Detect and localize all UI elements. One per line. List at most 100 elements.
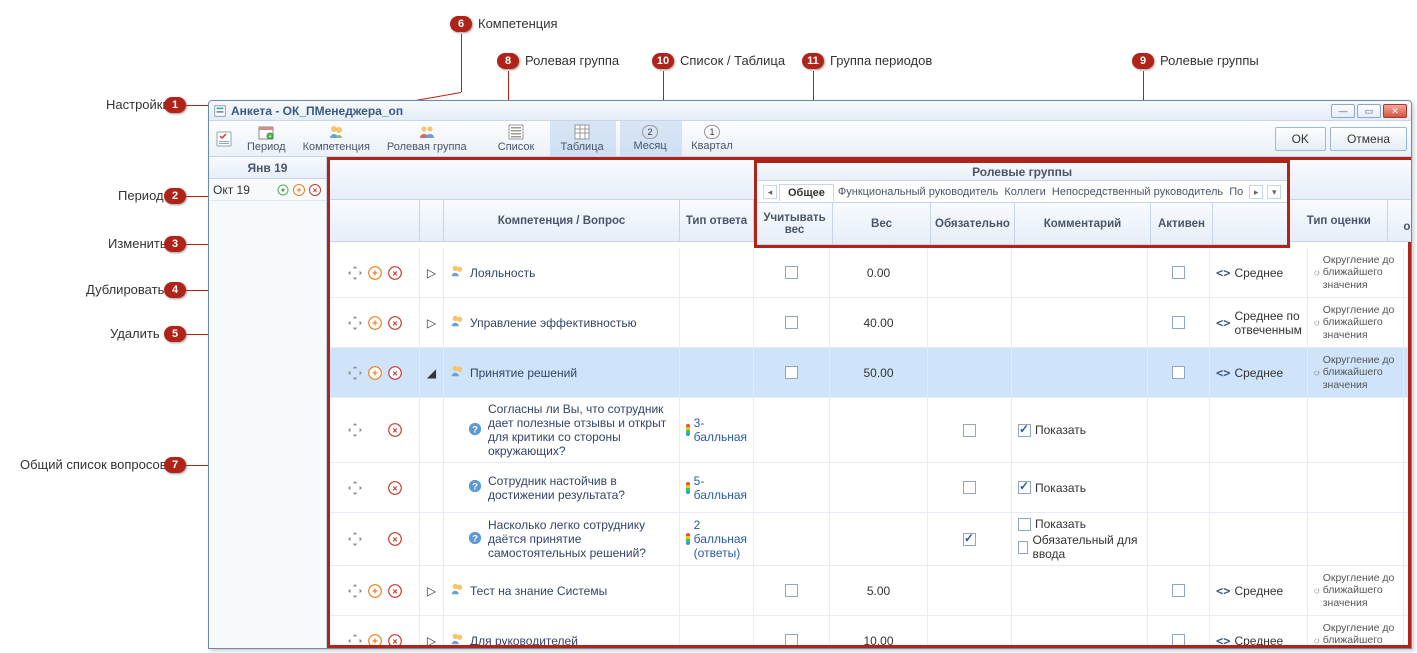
close-button[interactable]: ✕ bbox=[1383, 104, 1407, 118]
add-icon[interactable]: + bbox=[367, 265, 383, 281]
tabs-prev[interactable]: ◂ bbox=[763, 185, 777, 199]
answer-type-link[interactable]: 5-балльная bbox=[694, 474, 747, 502]
list-label: Список bbox=[498, 141, 535, 153]
required-checkbox[interactable] bbox=[963, 533, 976, 546]
edit-icon[interactable] bbox=[276, 183, 290, 197]
minimize-button[interactable]: — bbox=[1331, 104, 1355, 118]
table-row[interactable]: +×▷Тест на знание Системы5.00<>СреднееОк… bbox=[330, 566, 1408, 616]
weight-flag-checkbox[interactable] bbox=[785, 584, 798, 597]
move-icon[interactable] bbox=[347, 422, 363, 438]
active-checkbox[interactable] bbox=[1172, 316, 1185, 329]
table-row[interactable]: +×▷Управление эффективностью40.00<>Средн… bbox=[330, 298, 1408, 348]
cancel-button[interactable]: Отмена bbox=[1330, 127, 1407, 151]
competence-button[interactable]: Компетенция bbox=[295, 121, 379, 156]
callout-10-num: 10 bbox=[652, 53, 674, 69]
active-checkbox[interactable] bbox=[1172, 366, 1185, 379]
remove-icon[interactable]: × bbox=[387, 583, 403, 599]
comment-show-checkbox[interactable] bbox=[1018, 481, 1031, 494]
weight-flag-checkbox[interactable] bbox=[785, 634, 798, 645]
competence-row-icon bbox=[450, 364, 464, 381]
move-icon[interactable] bbox=[347, 633, 363, 646]
svg-text:+: + bbox=[372, 636, 378, 645]
add-icon[interactable]: + bbox=[367, 365, 383, 381]
angles-icon: <> bbox=[1216, 316, 1230, 330]
competence-row-icon bbox=[450, 314, 464, 331]
callout-10-label: Список / Таблица bbox=[680, 53, 785, 68]
remove-icon[interactable]: × bbox=[387, 480, 403, 496]
svg-text:+: + bbox=[296, 185, 301, 195]
duplicate-icon[interactable]: + bbox=[292, 183, 306, 197]
move-icon[interactable] bbox=[347, 315, 363, 331]
svg-text:×: × bbox=[313, 186, 318, 195]
tabs-dropdown[interactable]: ▾ bbox=[1267, 185, 1281, 199]
table-row[interactable]: +×▷Для руководителей10.00<>СреднееОкругл… bbox=[330, 616, 1408, 645]
role-tab-rest[interactable]: Функциональный руководитель Коллеги Непо… bbox=[834, 184, 1247, 200]
rounding-value: Округление до ближайшего значения bbox=[1323, 622, 1397, 645]
table-row[interactable]: +×?Сотрудник настойчив в достижении резу… bbox=[330, 463, 1408, 513]
expand-toggle[interactable]: ◢ bbox=[420, 348, 444, 397]
period-quarter-button[interactable]: 1 Квартал bbox=[682, 121, 744, 156]
comment-show-label: Показать bbox=[1035, 423, 1086, 437]
period-month-button[interactable]: 2 Месяц bbox=[620, 121, 682, 156]
callout-6-num: 6 bbox=[450, 16, 472, 32]
angles-icon: <> bbox=[1216, 584, 1230, 598]
remove-icon[interactable]: × bbox=[387, 422, 403, 438]
settings-button[interactable] bbox=[209, 121, 239, 156]
table-row[interactable]: +×▷Лояльность0.00<>СреднееОкругление до … bbox=[330, 248, 1408, 298]
table-row[interactable]: +×?Насколько легко сотруднику даётся при… bbox=[330, 513, 1408, 566]
weight-flag-checkbox[interactable] bbox=[785, 316, 798, 329]
active-checkbox[interactable] bbox=[1172, 634, 1185, 645]
expand-toggle[interactable]: ▷ bbox=[420, 566, 444, 615]
move-icon[interactable] bbox=[347, 583, 363, 599]
move-icon[interactable] bbox=[347, 365, 363, 381]
required-checkbox[interactable] bbox=[963, 481, 976, 494]
weight-flag-checkbox[interactable] bbox=[785, 366, 798, 379]
remove-icon[interactable]: × bbox=[387, 315, 403, 331]
weight-value: 40.00 bbox=[830, 298, 928, 347]
move-icon[interactable] bbox=[347, 480, 363, 496]
period-label: Период bbox=[247, 141, 286, 153]
add-icon[interactable]: + bbox=[367, 315, 383, 331]
move-icon[interactable] bbox=[347, 265, 363, 281]
tabs-next[interactable]: ▸ bbox=[1249, 185, 1263, 199]
callout-5-label: Удалить bbox=[110, 326, 160, 341]
scale-icon bbox=[686, 533, 690, 545]
move-icon[interactable] bbox=[347, 531, 363, 547]
comment-show-checkbox[interactable] bbox=[1018, 424, 1031, 437]
delete-icon[interactable]: × bbox=[308, 183, 322, 197]
period-header: Янв 19 bbox=[209, 157, 326, 179]
comment-show-checkbox[interactable] bbox=[1018, 518, 1031, 531]
remove-icon[interactable]: × bbox=[387, 531, 403, 547]
answer-type-link[interactable]: 3-балльная bbox=[694, 416, 747, 444]
answer-type-link[interactable]: 2 балльная(ответы) bbox=[694, 518, 747, 560]
svg-text:×: × bbox=[392, 586, 397, 596]
score-type-value: Среднее bbox=[1234, 584, 1283, 598]
callout-3-num: 3 bbox=[164, 236, 186, 252]
rolegroup-button[interactable]: Ролевая группа bbox=[379, 121, 476, 156]
expand-toggle[interactable]: ▷ bbox=[420, 616, 444, 645]
view-table-button[interactable]: Таблица bbox=[550, 121, 616, 156]
table-row[interactable]: +×◢Принятие решений50.00<>СреднееОкругле… bbox=[330, 348, 1408, 398]
maximize-button[interactable]: ▭ bbox=[1357, 104, 1381, 118]
remove-icon[interactable]: × bbox=[387, 365, 403, 381]
role-tab-general[interactable]: Общее bbox=[779, 184, 834, 201]
add-icon[interactable]: + bbox=[367, 583, 383, 599]
ok-button[interactable]: OK bbox=[1275, 127, 1326, 151]
period-button[interactable]: + Период bbox=[239, 121, 295, 156]
view-list-button[interactable]: Список bbox=[484, 121, 550, 156]
remove-icon[interactable]: × bbox=[387, 633, 403, 646]
competence-icon bbox=[328, 124, 344, 140]
expand-toggle[interactable]: ▷ bbox=[420, 298, 444, 347]
expand-toggle[interactable]: ▷ bbox=[420, 248, 444, 297]
comment-required-checkbox[interactable] bbox=[1018, 541, 1028, 554]
table-row[interactable]: +×?Согласны ли Вы, что сотрудник дает по… bbox=[330, 398, 1408, 463]
active-checkbox[interactable] bbox=[1172, 584, 1185, 597]
active-checkbox[interactable] bbox=[1172, 266, 1185, 279]
competence-row-icon bbox=[450, 632, 464, 645]
weight-flag-checkbox[interactable] bbox=[785, 266, 798, 279]
period-item[interactable]: Окт 19 + × bbox=[209, 179, 326, 201]
add-icon[interactable]: + bbox=[367, 633, 383, 646]
remove-icon[interactable]: × bbox=[387, 265, 403, 281]
required-checkbox[interactable] bbox=[963, 424, 976, 437]
competence-row-icon bbox=[450, 264, 464, 281]
